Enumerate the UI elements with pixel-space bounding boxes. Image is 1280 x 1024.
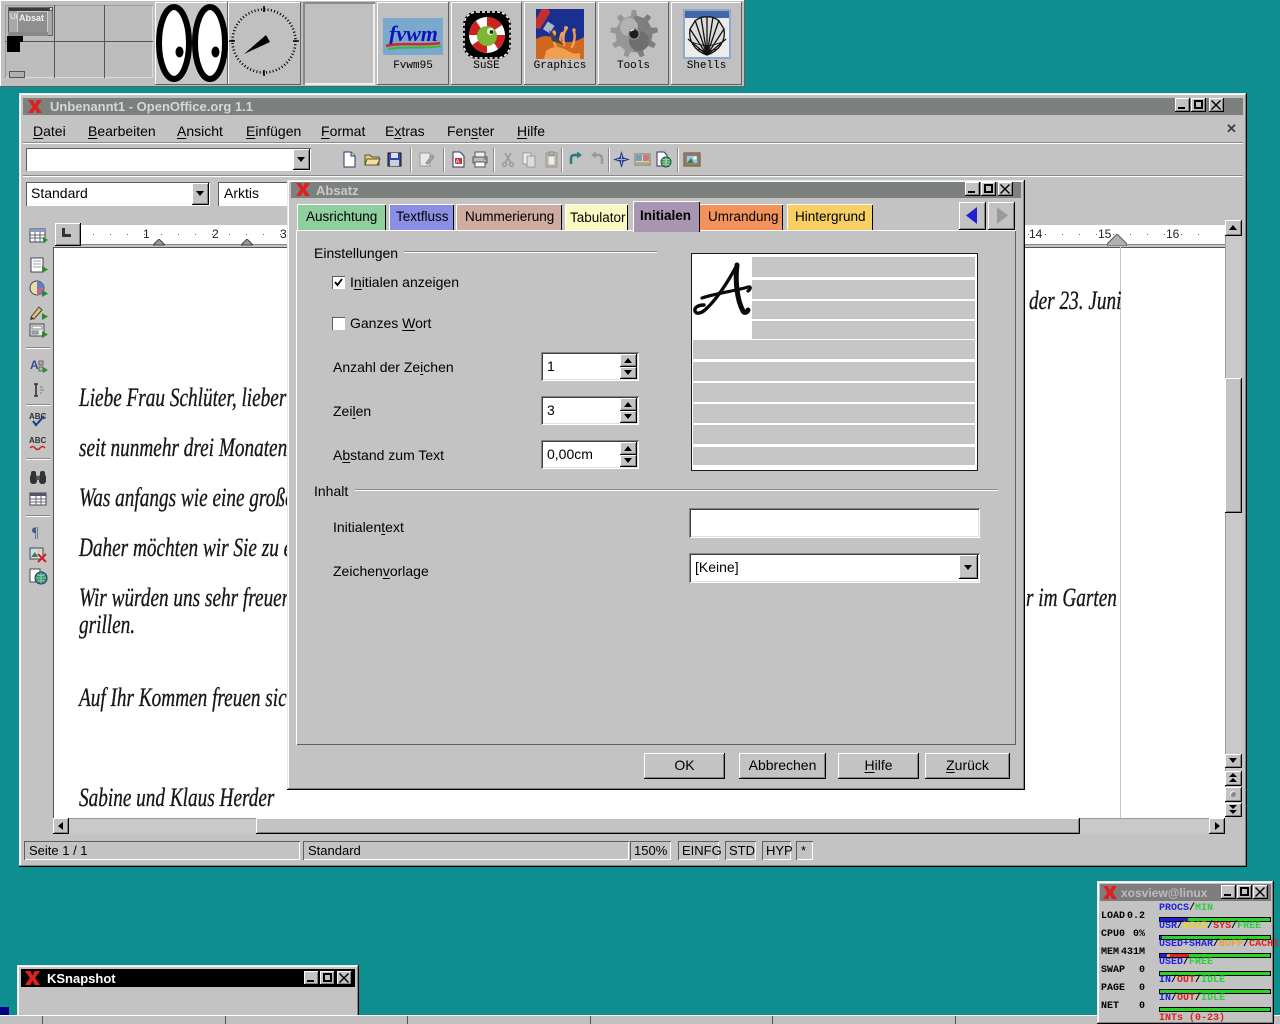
svg-text:A: A (30, 358, 39, 372)
svg-text:fvwm: fvwm (389, 21, 438, 46)
svg-text:ABC: ABC (29, 436, 47, 445)
svg-text:¶: ¶ (32, 525, 39, 540)
svg-text:A: A (456, 160, 460, 166)
